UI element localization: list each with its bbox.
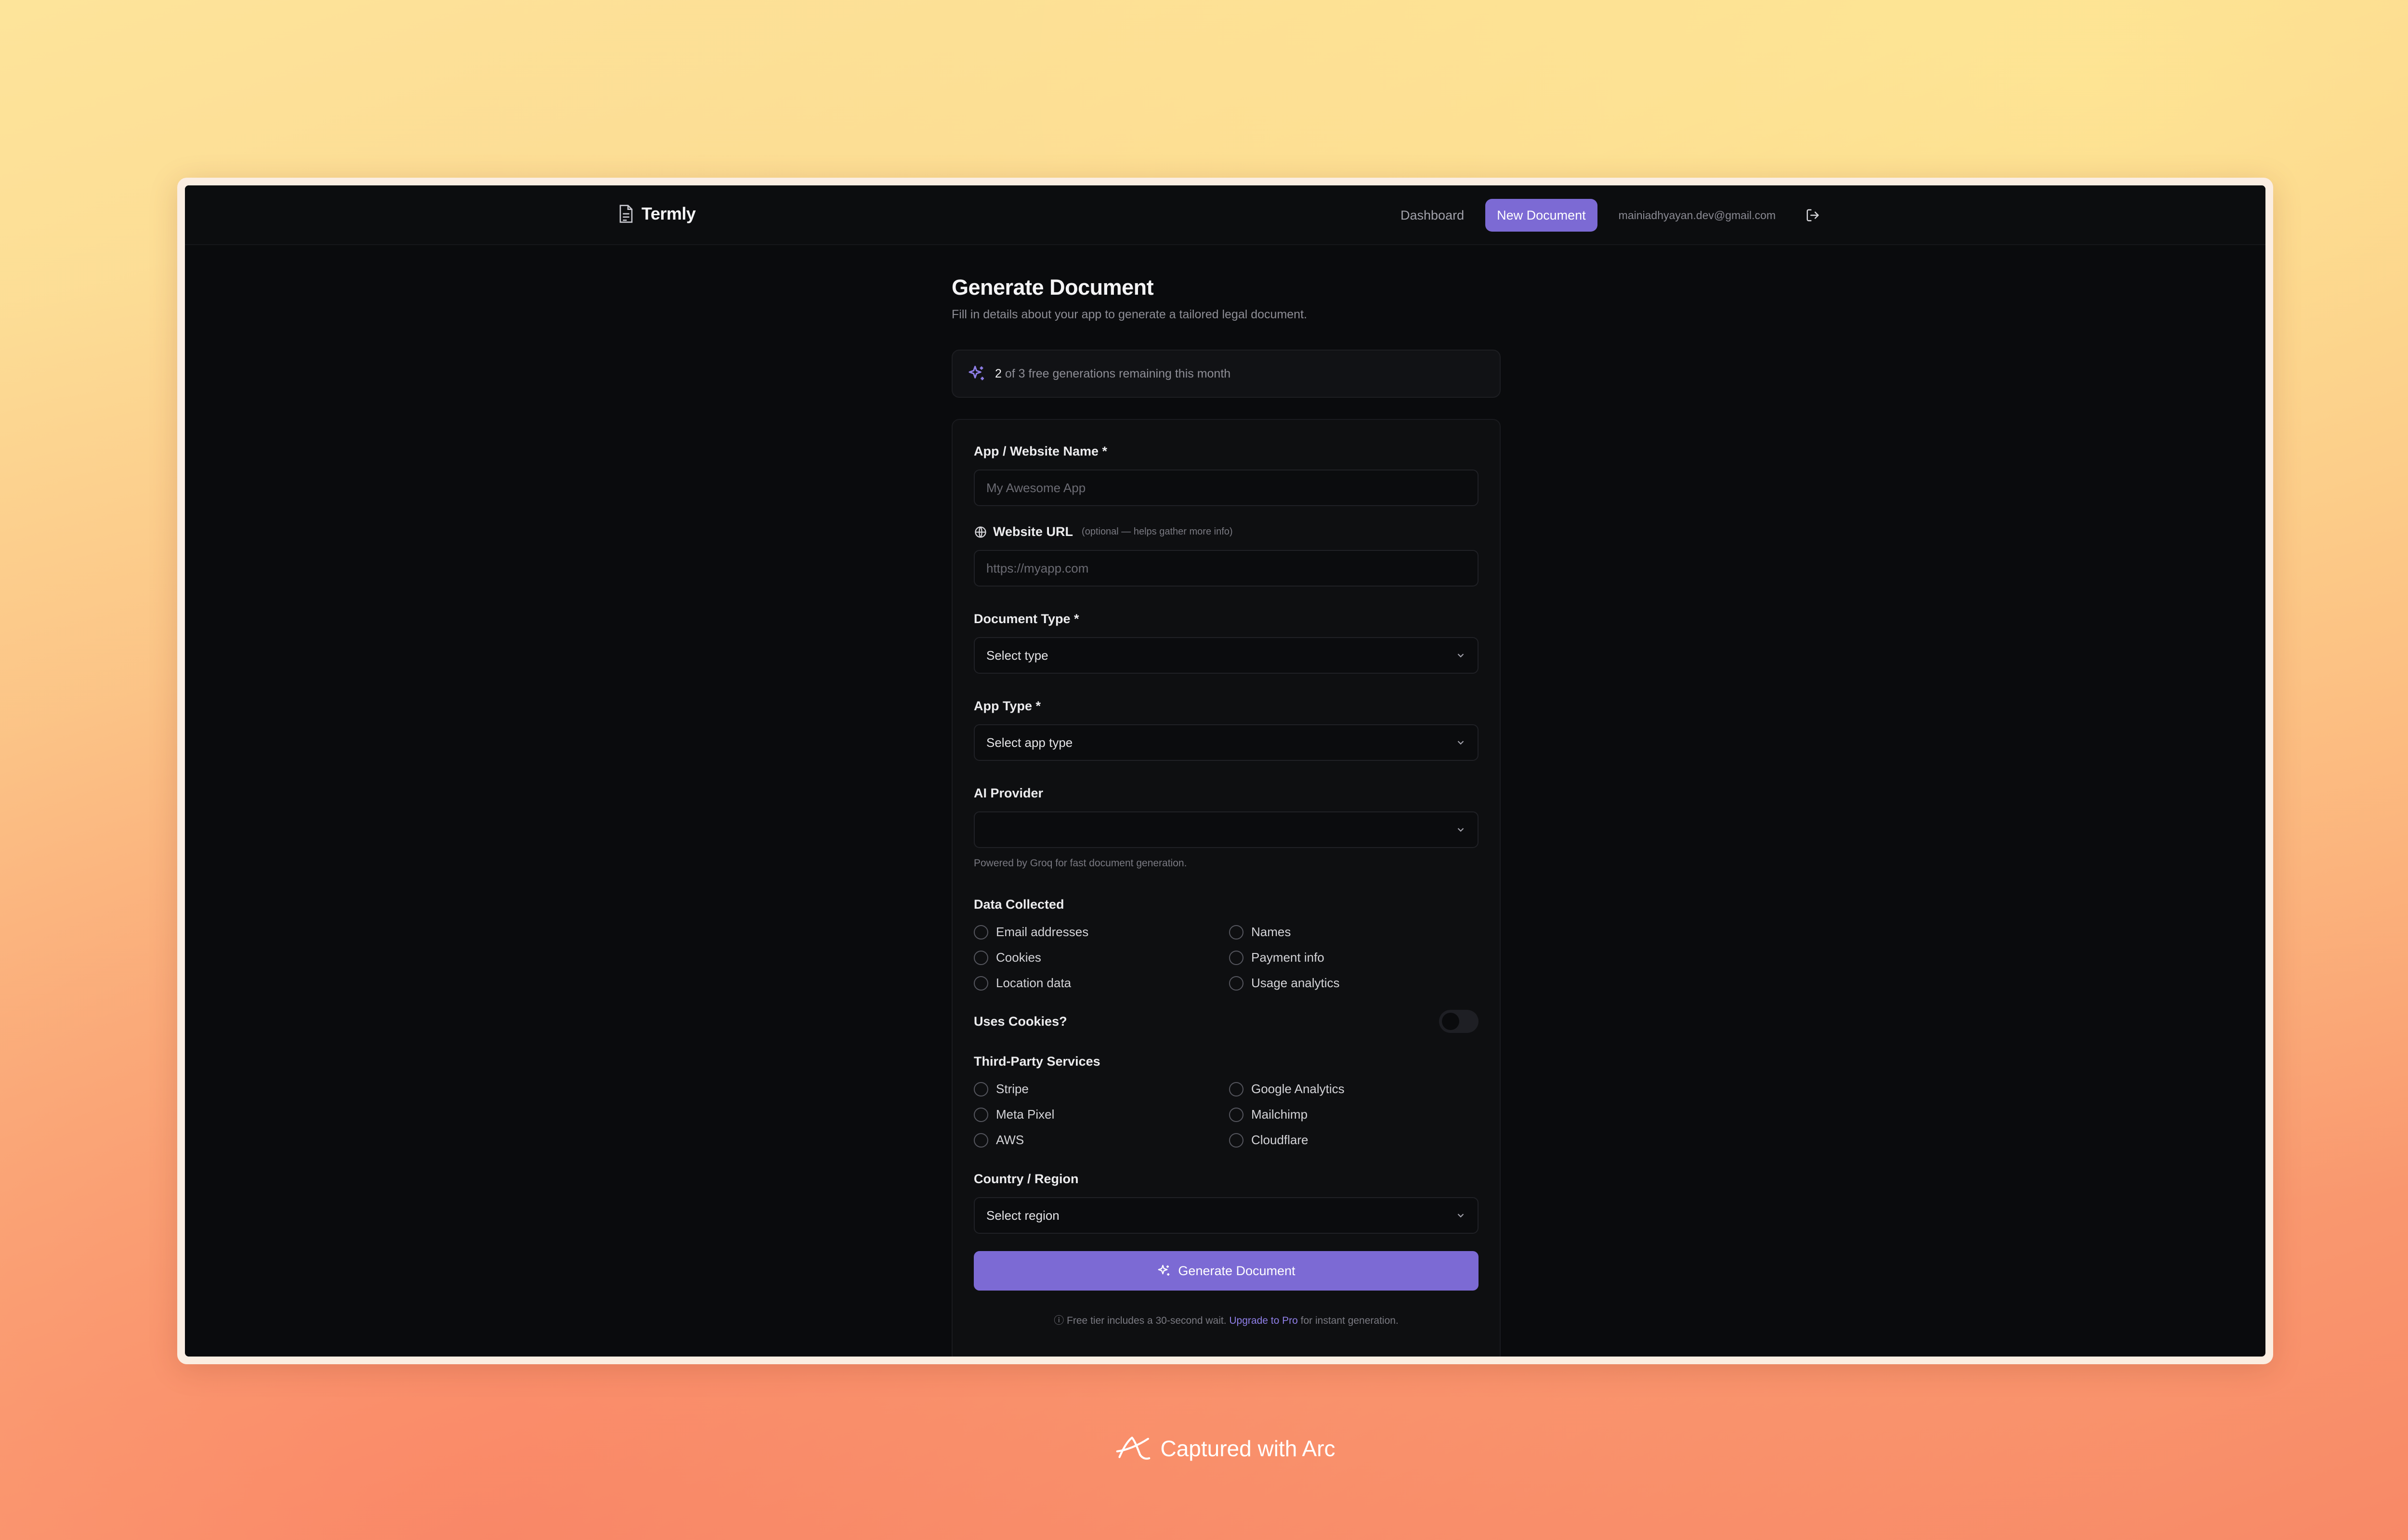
data-collected-options: Email addresses Names Cookies Payment in… xyxy=(974,925,1479,991)
service-option-stripe[interactable]: Stripe xyxy=(974,1082,1229,1096)
document-type-select[interactable]: Select type xyxy=(974,637,1479,674)
ai-provider-label: AI Provider xyxy=(974,786,1044,800)
data-collected-label: Data Collected xyxy=(974,897,1064,912)
website-url-label: Website URL xyxy=(993,524,1073,539)
uses-cookies-row: Uses Cookies? xyxy=(974,1010,1479,1033)
data-option-location[interactable]: Location data xyxy=(974,976,1229,991)
brand-logo[interactable]: Termly xyxy=(618,204,696,224)
service-option-mailchimp[interactable]: Mailchimp xyxy=(1229,1107,1484,1122)
radio-circle[interactable] xyxy=(974,1107,988,1122)
radio-circle[interactable] xyxy=(1229,1082,1243,1096)
chevron-down-icon xyxy=(1457,741,1464,745)
option-label: Email addresses xyxy=(996,925,1089,939)
sparkles-icon xyxy=(968,365,984,380)
radio-circle[interactable] xyxy=(1229,1107,1243,1122)
third-party-options: Stripe Google Analytics Meta Pixel Mailc… xyxy=(974,1082,1479,1148)
option-label: Cookies xyxy=(996,950,1041,965)
app-name-input[interactable]: My Awesome App xyxy=(974,470,1479,506)
top-navbar: Termly Dashboard New Document mainiadhya… xyxy=(185,185,2265,245)
service-option-aws[interactable]: AWS xyxy=(974,1133,1229,1148)
service-option-cloudflare[interactable]: Cloudflare xyxy=(1229,1133,1484,1148)
region-value: Select region xyxy=(986,1208,1060,1223)
option-label: Stripe xyxy=(996,1082,1029,1096)
radio-circle[interactable] xyxy=(974,1133,988,1148)
quota-used: 2 xyxy=(995,366,1002,380)
chevron-down-icon xyxy=(1457,1214,1464,1218)
globe-icon xyxy=(975,526,986,538)
document-icon xyxy=(619,205,633,223)
quota-rest: of 3 free generations remaining this mon… xyxy=(1001,366,1231,380)
nav-dashboard-link[interactable]: Dashboard xyxy=(1389,208,1476,223)
radio-circle[interactable] xyxy=(1229,925,1243,940)
document-form: App / Website Name * My Awesome App Webs… xyxy=(952,419,1501,1357)
nav-links: Dashboard New Document mainiadhyayan.dev… xyxy=(1389,199,1820,232)
region-label: Country / Region xyxy=(974,1172,1079,1186)
radio-circle[interactable] xyxy=(974,1082,988,1096)
sparkles-icon xyxy=(1158,1265,1170,1276)
data-option-names[interactable]: Names xyxy=(1229,925,1484,940)
chevron-down-icon xyxy=(1457,653,1464,658)
ai-provider-helper: Powered by Groq for fast document genera… xyxy=(974,858,1187,869)
quota-text: 2 of 3 free generations remaining this m… xyxy=(995,367,1230,381)
app-name-label: App / Website Name * xyxy=(974,444,1108,458)
option-label: Cloudflare xyxy=(1251,1133,1309,1147)
user-email: mainiadhyayan.dev@gmail.com xyxy=(1618,209,1776,222)
quota-banner: 2 of 3 free generations remaining this m… xyxy=(952,350,1501,398)
radio-circle[interactable] xyxy=(1229,1133,1243,1148)
browser-frame: Termly Dashboard New Document mainiadhya… xyxy=(177,178,2273,1364)
third-party-label: Third-Party Services xyxy=(974,1054,1100,1069)
option-label: AWS xyxy=(996,1133,1024,1147)
app-window: Termly Dashboard New Document mainiadhya… xyxy=(185,185,2265,1357)
option-label: Meta Pixel xyxy=(996,1107,1055,1122)
website-url-input[interactable]: https://myapp.com xyxy=(974,550,1479,587)
website-url-label-row: Website URL (optional — helps gather mor… xyxy=(974,524,1479,539)
upgrade-link[interactable]: Upgrade to Pro xyxy=(1229,1315,1297,1326)
document-type-value: Select type xyxy=(986,648,1048,663)
nav-new-document-button[interactable]: New Document xyxy=(1485,199,1597,232)
radio-circle[interactable] xyxy=(1229,976,1243,991)
generate-button-label: Generate Document xyxy=(1178,1263,1296,1278)
free-tier-note: ⓘ Free tier includes a 30-second wait. U… xyxy=(974,1313,1479,1327)
region-select[interactable]: Select region xyxy=(974,1197,1479,1234)
option-label: Google Analytics xyxy=(1251,1082,1345,1096)
data-option-payment[interactable]: Payment info xyxy=(1229,950,1484,965)
chevron-down-icon xyxy=(1457,828,1464,832)
option-label: Location data xyxy=(996,976,1072,990)
data-option-email[interactable]: Email addresses xyxy=(974,925,1229,940)
arc-logo-icon xyxy=(1116,1436,1151,1460)
arc-caption: Captured with Arc xyxy=(0,1434,2408,1463)
logout-icon[interactable] xyxy=(1806,208,1820,222)
service-option-meta-pixel[interactable]: Meta Pixel xyxy=(974,1107,1229,1122)
radio-circle[interactable] xyxy=(974,976,988,991)
service-option-google-analytics[interactable]: Google Analytics xyxy=(1229,1082,1484,1096)
option-label: Mailchimp xyxy=(1251,1107,1308,1122)
radio-circle[interactable] xyxy=(1229,950,1243,965)
data-option-usage[interactable]: Usage analytics xyxy=(1229,976,1484,991)
option-label: Names xyxy=(1251,925,1291,939)
app-type-select[interactable]: Select app type xyxy=(974,724,1479,761)
data-option-cookies[interactable]: Cookies xyxy=(974,950,1229,965)
footnote-post: for instant generation. xyxy=(1297,1315,1399,1326)
option-label: Usage analytics xyxy=(1251,976,1340,990)
footnote-pre: ⓘ Free tier includes a 30-second wait. xyxy=(1054,1315,1230,1326)
page-subtitle: Fill in details about your app to genera… xyxy=(952,308,1307,321)
option-label: Payment info xyxy=(1251,950,1324,965)
main-content: Generate Document Fill in details about … xyxy=(952,245,1501,1357)
radio-circle[interactable] xyxy=(974,925,988,940)
uses-cookies-toggle[interactable] xyxy=(1439,1010,1479,1033)
radio-circle[interactable] xyxy=(974,950,988,965)
app-type-label: App Type * xyxy=(974,699,1041,713)
document-type-label: Document Type * xyxy=(974,612,1079,626)
brand-name: Termly xyxy=(641,204,696,223)
generate-document-button[interactable]: Generate Document xyxy=(974,1251,1479,1291)
arc-caption-text: Captured with Arc xyxy=(1160,1436,1335,1461)
ai-provider-select[interactable] xyxy=(974,811,1479,848)
app-type-value: Select app type xyxy=(986,735,1073,750)
uses-cookies-label: Uses Cookies? xyxy=(974,1014,1067,1029)
website-url-hint: (optional — helps gather more info) xyxy=(1082,526,1233,537)
page-title: Generate Document xyxy=(952,275,1154,300)
